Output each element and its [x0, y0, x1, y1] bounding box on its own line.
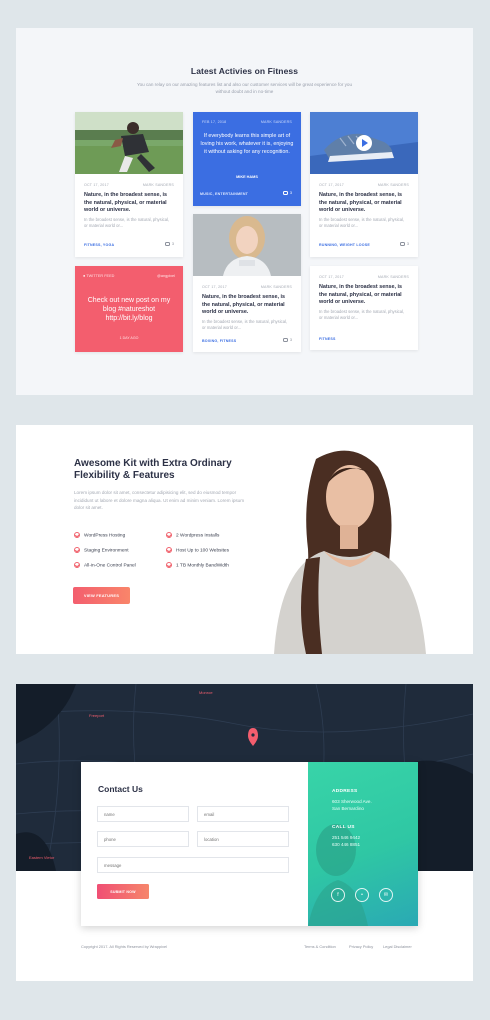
tweet-time: 1 DAY AGO	[119, 336, 139, 340]
copyright-text: Copyright 2017. All Rights Reserved by W…	[81, 944, 167, 949]
card-tags[interactable]: RUNNING, WEIGHT LOOSE	[319, 243, 370, 247]
facebook-icon[interactable]: f	[331, 888, 345, 902]
comment-count[interactable]: 3	[282, 338, 292, 342]
footer-link-legal[interactable]: Legal Disclaimer	[383, 944, 412, 949]
twitter-icon: ●	[83, 274, 86, 278]
card-author[interactable]: MARK SANDERS	[261, 285, 292, 289]
section-title: Latest Activies on Fitness	[190, 66, 299, 76]
card-date: FEB 17, 2018	[202, 120, 227, 124]
card-excerpt: In the broadest sense, is the natural, p…	[202, 319, 288, 330]
card-title[interactable]: Nature, in the broadest sense, is the na…	[319, 284, 409, 307]
card-author[interactable]: MARK SANDERS	[378, 183, 409, 187]
card-excerpt: In the broadest sense, is the natural, p…	[319, 309, 405, 320]
latest-activities-section: Latest Activies on Fitness You can relay…	[16, 28, 473, 395]
address-heading: ADDRESS	[332, 789, 358, 794]
check-circle-icon	[74, 546, 80, 553]
section-subtitle: You can relay on our amazing features li…	[136, 82, 353, 94]
quote-author: MIKE HAMS	[236, 175, 258, 179]
woman-photo	[193, 214, 301, 276]
feature-item: Host Up to 100 Websites	[166, 546, 229, 553]
shoe-photo	[310, 112, 418, 174]
feature-item: All-in-One Control Panel	[74, 561, 136, 568]
phone-line-2[interactable]: 630 446 8851	[332, 842, 360, 849]
comment-icon	[282, 338, 288, 342]
check-circle-icon	[166, 531, 172, 538]
quote-card[interactable]: FEB 17, 2018 MARK SANDERS If everybody le…	[193, 112, 301, 206]
card-date: OCT 17, 2017	[202, 285, 227, 289]
map-label-eastern-vietor: Eastern Vietor	[29, 855, 55, 860]
comment-icon	[282, 191, 288, 195]
kit-features-section: Awesome Kit with Extra Ordinary Flexibil…	[16, 425, 473, 654]
kit-description: Lorem ipsum dolor sit amet, consectetur …	[74, 490, 245, 510]
card-date: OCT 17, 2017	[84, 183, 109, 187]
footer-link-privacy[interactable]: Privacy Policy	[349, 944, 373, 949]
check-circle-icon	[166, 561, 172, 568]
video-card[interactable]: OCT 17, 2017 MARK SANDERS Nature, in the …	[310, 112, 418, 257]
model-photo	[274, 450, 426, 654]
twitter-feed-label: ● TWITTER FEED	[83, 274, 115, 278]
card-title[interactable]: Nature, in the broadest sense, is the na…	[84, 192, 174, 215]
comment-icon	[399, 242, 405, 246]
comment-count[interactable]: 3	[164, 242, 174, 246]
contact-info-panel: ADDRESS 603 Sherwood Ave. San Bernardino…	[308, 762, 418, 926]
address-line-2: San Bernardino	[332, 805, 364, 811]
card-tags[interactable]: MUSIC, ENTERTAINMENT	[200, 192, 248, 196]
card-author[interactable]: MARK SANDERS	[378, 275, 409, 279]
card-author[interactable]: MARK SANDERS	[143, 183, 174, 187]
feature-item: Staging Environment	[74, 546, 129, 553]
card-date: OCT 17, 2017	[319, 275, 344, 279]
twitter-handle[interactable]: @angpixel	[157, 274, 175, 278]
card-date: OCT 17, 2017	[319, 183, 344, 187]
card-tags[interactable]: BOXING, FITNESS	[202, 339, 236, 343]
check-circle-icon	[166, 546, 172, 553]
comment-count[interactable]: 3	[282, 191, 292, 195]
comment-count[interactable]: 3	[399, 242, 409, 246]
card-tags[interactable]: FITNESS	[319, 337, 336, 341]
email-icon[interactable]: ✉	[379, 888, 393, 902]
twitter-card[interactable]: ● TWITTER FEED @angpixel Check out new p…	[75, 266, 183, 352]
footer-link-terms[interactable]: Terms & Condition	[304, 944, 336, 949]
blog-card[interactable]: OCT 17, 2017 MARK SANDERS Nature, in the …	[193, 214, 301, 352]
message-input[interactable]	[97, 857, 289, 873]
view-features-button[interactable]: VIEW FEATURES	[73, 587, 130, 604]
comment-icon	[164, 242, 170, 246]
twitter-icon[interactable]: •	[355, 888, 369, 902]
blog-card[interactable]: OCT 17, 2017 MARK SANDERS Nature, in the …	[310, 266, 418, 350]
card-author[interactable]: MARK SANDERS	[261, 120, 292, 124]
map-label-monroe: Monroe	[199, 690, 213, 695]
map-label-freeport: Freeport	[89, 713, 105, 718]
card-excerpt: In the broadest sense, is the natural, p…	[319, 217, 405, 228]
submit-button[interactable]: SUBMIT NOW	[97, 884, 149, 899]
blog-card[interactable]: OCT 17, 2017 MARK SANDERS Nature, in the …	[75, 112, 183, 257]
check-circle-icon	[74, 561, 80, 568]
contact-section: Monroe Freeport Eastern Vietor Contact U…	[16, 684, 473, 981]
contact-form-card: Contact Us SUBMIT NOW ADDRESS 603 Sherwo…	[81, 762, 418, 926]
location-input[interactable]	[197, 831, 289, 847]
card-title[interactable]: Nature, in the broadest sense, is the na…	[319, 192, 409, 215]
contact-title: Contact Us	[98, 784, 143, 794]
card-tags[interactable]: FITNESS, YOGA	[84, 243, 114, 247]
feature-item: 2 Wordpress Installs	[166, 531, 219, 538]
feature-item: 1 TB Monthly BandWidth	[166, 561, 229, 568]
check-circle-icon	[74, 531, 80, 538]
tweet-text: Check out new post on my blog #naturesho…	[87, 297, 171, 322]
call-heading: CALL US	[332, 825, 355, 830]
email-input[interactable]	[197, 806, 289, 822]
kit-title: Awesome Kit with Extra Ordinary Flexibil…	[74, 458, 232, 481]
name-input[interactable]	[97, 806, 189, 822]
phone-input[interactable]	[97, 831, 189, 847]
quote-text: If everybody learns this simple art of l…	[200, 133, 294, 155]
card-excerpt: In the broadest sense, is the natural, p…	[84, 217, 170, 228]
feature-item: WordPress Hosting	[74, 531, 125, 538]
card-title[interactable]: Nature, in the broadest sense, is the na…	[202, 294, 292, 317]
athlete-photo	[75, 112, 183, 174]
